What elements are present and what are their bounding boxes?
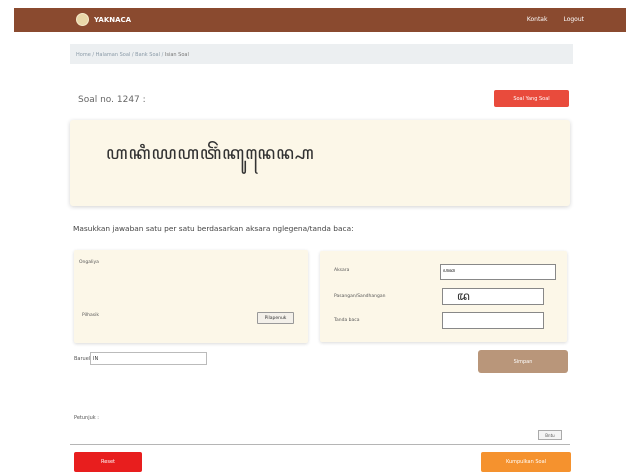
bantuan-button[interactable]: Bntu xyxy=(538,430,562,440)
question-card: ꦲꦏꦶꦪꦲꦠꦼꦁꦏꦸꦤꦺꦤ꧀ꦲ xyxy=(70,120,570,206)
reset-button[interactable]: Reset xyxy=(74,452,142,472)
brand-name: YAKNACA xyxy=(94,15,132,24)
pasangan-label: Pasangan/Sandhangan xyxy=(334,294,386,299)
aksara-input[interactable]: ꦲꦏ xyxy=(440,264,556,280)
input-left-card: Ongaliya Pilhasik Pilapenuk xyxy=(74,250,308,343)
breadcrumb: Home / Halaman Soal / Bank Soal / Isian … xyxy=(70,44,573,64)
input-right-card: Aksara ꦲꦏ Pasangan/Sandhangan ꦢ Tanda ba… xyxy=(320,251,567,342)
brand[interactable]: YAKNACA xyxy=(76,13,131,26)
baris-input[interactable]: IN xyxy=(90,352,207,365)
tanda-baca-label: Tanda baca xyxy=(334,318,360,323)
question-script-text: ꦲꦏꦶꦪꦲꦠꦼꦁꦏꦸꦤꦺꦤ꧀ꦲ xyxy=(106,143,315,164)
next-soal-button[interactable]: Soal Yang Soal xyxy=(494,90,569,107)
top-navbar: YAKNACA Kontak Logout xyxy=(14,8,626,32)
tanda-baca-input[interactable] xyxy=(442,312,544,329)
logo-icon xyxy=(76,13,89,26)
simpan-button[interactable]: Simpan xyxy=(478,350,568,373)
left-card-bottom-label: Pilhasik xyxy=(82,313,99,318)
baris-label: Baruel xyxy=(74,356,91,362)
soal-title: Soal no. 1247 : xyxy=(78,95,146,105)
aksara-label: Aksara xyxy=(334,268,350,273)
divider-line xyxy=(70,444,570,445)
left-card-button[interactable]: Pilapenuk xyxy=(257,312,294,324)
breadcrumb-path[interactable]: Home / Halaman Soal / Bank Soal / xyxy=(76,52,163,58)
breadcrumb-current: Isian Soal xyxy=(164,52,189,58)
pasangan-input[interactable]: ꦢ xyxy=(442,288,544,305)
instruction-text: Masukkan jawaban satu per satu berdasark… xyxy=(73,224,354,233)
nav-link-kontak[interactable]: Kontak xyxy=(527,16,548,23)
submit-soal-button[interactable]: Kumpulkan Soal xyxy=(481,452,571,472)
nav-link-logout[interactable]: Logout xyxy=(563,16,584,23)
left-card-top-label: Ongaliya xyxy=(79,260,99,265)
petunjuk-label: Petunjuk : xyxy=(74,415,99,421)
